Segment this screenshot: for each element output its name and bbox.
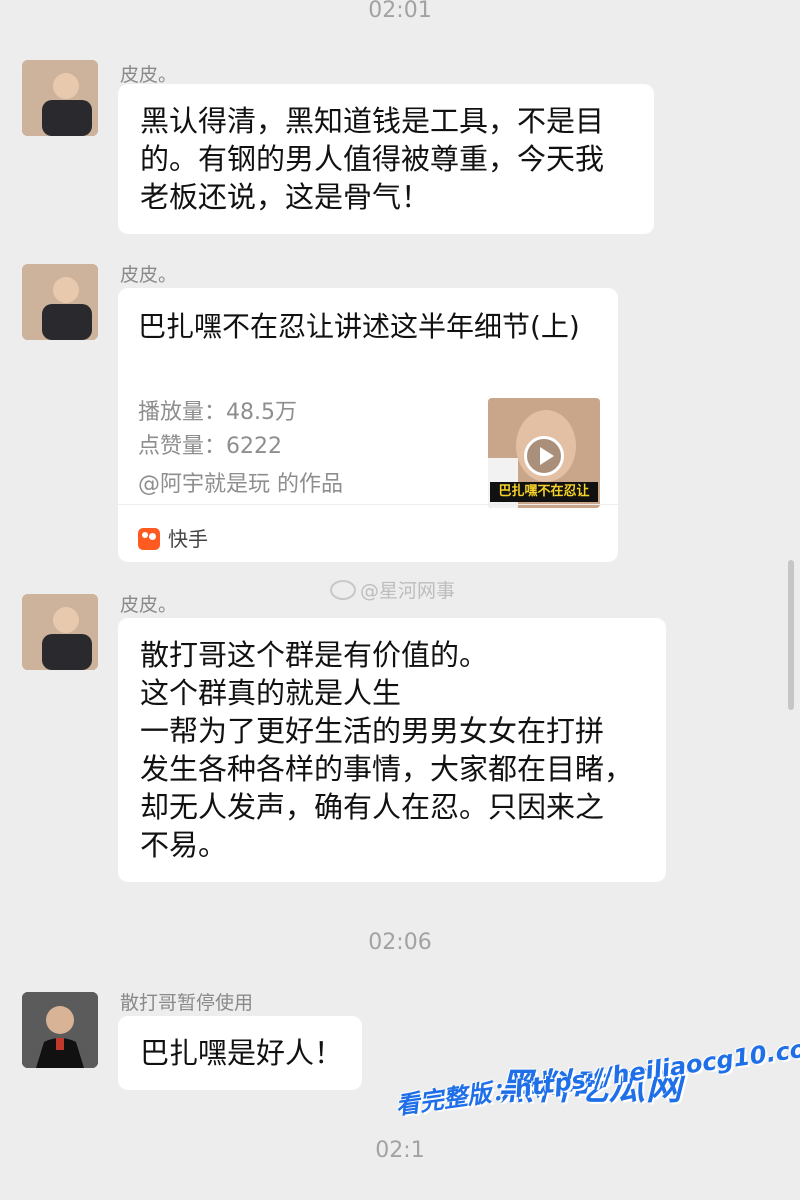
- avatar[interactable]: [22, 992, 98, 1068]
- message-bubble[interactable]: 散打哥这个群是有价值的。 这个群真的就是人生 一帮为了更好生活的男男女女在打拼 …: [118, 618, 666, 882]
- avatar[interactable]: [22, 264, 98, 340]
- message-bubble[interactable]: 巴扎嘿是好人！: [118, 1016, 362, 1090]
- message-text: 散打哥这个群是有价值的。: [140, 638, 489, 672]
- platform-row: 快手: [138, 520, 208, 558]
- video-thumbnail[interactable]: 巴扎嘿不在忍让: [488, 398, 600, 508]
- play-count: 播放量：48.5万: [138, 400, 297, 425]
- thumbnail-caption: 巴扎嘿不在忍让: [490, 482, 598, 502]
- message-text: 的。有钢的男人值得被尊重，今天我: [140, 142, 605, 176]
- timestamp: 02:1: [375, 1138, 425, 1163]
- message-bubble[interactable]: 黑认得清，黑知道钱是工具，不是目 的。有钢的男人值得被尊重，今天我 老板还说，这…: [118, 84, 654, 234]
- scrollbar[interactable]: [788, 560, 794, 710]
- message-text: 巴扎嘿是好人！: [140, 1036, 344, 1070]
- message-text: 黑认得清，黑知道钱是工具，不是目: [140, 104, 605, 138]
- kuaishou-icon: [138, 528, 160, 550]
- card-title: 巴扎嘿不在忍让讲述这半年细节(上): [138, 310, 580, 343]
- timestamp: 02:01: [368, 0, 432, 23]
- message-text: 不易。: [140, 828, 228, 862]
- avatar[interactable]: [22, 60, 98, 136]
- sender-name: 皮皮。: [120, 264, 178, 286]
- like-count: 点赞量：6222: [138, 434, 282, 459]
- card-author: @阿宇就是玩 的作品: [138, 472, 343, 497]
- sender-name: 皮皮。: [120, 594, 178, 616]
- message-text: 一帮为了更好生活的男男女女在打拼: [140, 714, 605, 748]
- play-icon[interactable]: [524, 436, 564, 476]
- message-text: 老板还说，这是骨气！: [140, 180, 431, 214]
- message-text: 发生各种各样的事情，大家都在目睹，: [140, 752, 634, 786]
- weibo-watermark: @星河网事: [330, 576, 455, 603]
- sender-name: 散打哥暂停使用: [120, 992, 254, 1014]
- video-share-card[interactable]: 巴扎嘿不在忍让讲述这半年细节(上) 播放量：48.5万 点赞量：6222 @阿宇…: [118, 288, 618, 562]
- sender-name: 皮皮。: [120, 64, 178, 86]
- platform-name: 快手: [168, 527, 208, 551]
- timestamp: 02:06: [368, 930, 432, 955]
- avatar[interactable]: [22, 594, 98, 670]
- card-divider: [118, 504, 618, 505]
- weibo-icon: [330, 579, 356, 600]
- weibo-watermark-text: @星河网事: [360, 580, 456, 602]
- message-text: 这个群真的就是人生: [140, 676, 402, 710]
- message-text: 却无人发声，确有人在忍。只因来之: [140, 790, 605, 824]
